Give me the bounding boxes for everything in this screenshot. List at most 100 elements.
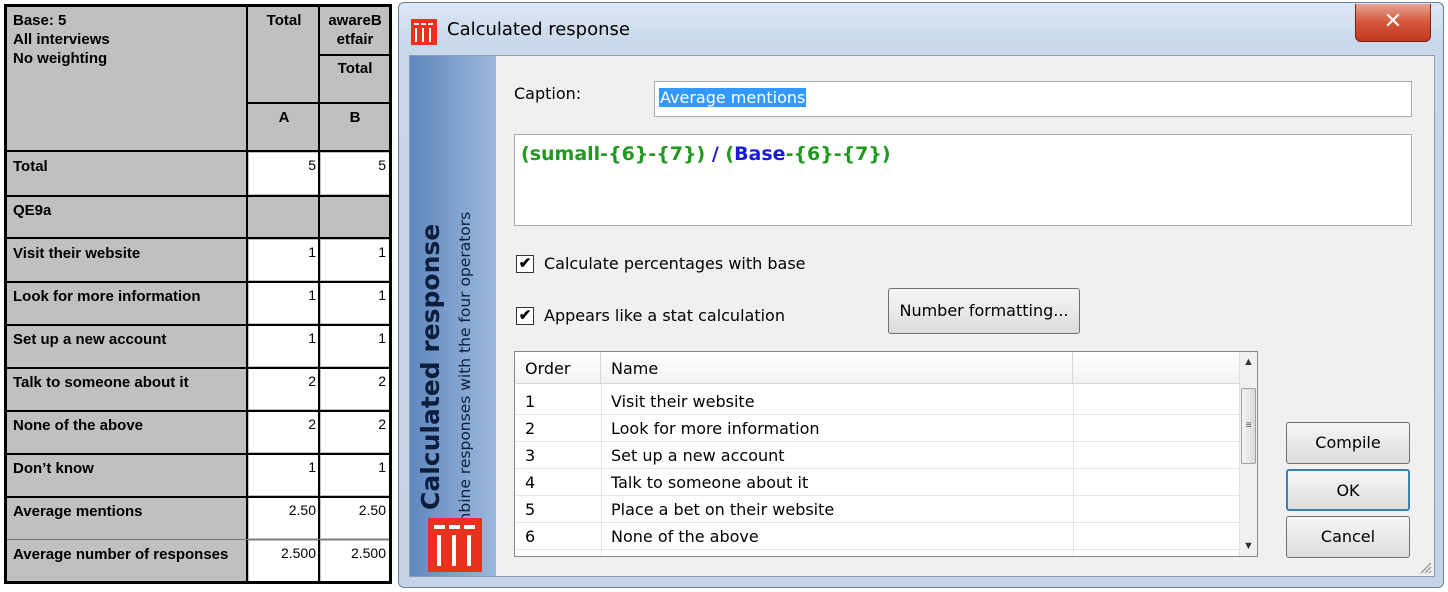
column-header-name[interactable]: Name: [601, 352, 1073, 384]
grid-line: [7, 539, 389, 540]
cell-total-a: 5: [249, 153, 319, 194]
list-item-name: Place a bet on their website: [611, 500, 835, 519]
check-icon: ✔: [518, 255, 532, 272]
base-description: Base: 5 All interviews No weighting: [9, 9, 245, 149]
expr-paren: ): [696, 143, 706, 165]
banner-logo-icon: [428, 518, 482, 572]
crosstab-table: Base: 5 All interviews No weighting Tota…: [4, 4, 392, 584]
grid-line: [246, 7, 248, 581]
column-letter-b: B: [321, 106, 389, 129]
response-list[interactable]: Order Name 1 Visit their website 2 Look …: [514, 351, 1258, 557]
grid-line: [320, 54, 389, 56]
row-label-average-responses: Average number of responses: [13, 546, 229, 563]
list-item-order: 3: [525, 446, 536, 465]
dialog-title: Calculated response: [447, 19, 630, 40]
grid-line: [7, 367, 389, 369]
scroll-up-icon[interactable]: ▲: [1243, 356, 1254, 368]
grid-line: [318, 7, 320, 581]
list-item[interactable]: 2 Look for more information: [515, 415, 1241, 442]
cell-visit-b: 1: [321, 240, 389, 280]
cancel-button[interactable]: Cancel: [1286, 516, 1410, 558]
expr-ref: {6}: [793, 143, 834, 165]
base-count: Base: 5: [13, 12, 67, 29]
number-formatting-button[interactable]: Number formatting...: [888, 288, 1080, 334]
list-item-order: 1: [525, 392, 536, 411]
ok-button[interactable]: OK: [1286, 469, 1410, 511]
expr-ref: {6}: [608, 143, 649, 165]
list-item[interactable]: 5 Place a bet on their website: [515, 496, 1241, 523]
section-label: QE9a: [9, 199, 389, 222]
stat-calculation-checkbox[interactable]: ✔: [516, 307, 534, 325]
column-header-aware-betfair: awareB etfair: [321, 9, 389, 51]
cell-dontknow-a: 1: [249, 455, 319, 495]
grid-line: [7, 281, 389, 283]
expression-editor[interactable]: (sumall-{6}-{7}) / (Base-{6}-{7}): [514, 134, 1412, 226]
app-logo-icon: [411, 19, 437, 45]
row-label-average-mentions: Average mentions: [13, 503, 143, 520]
cell-talk-b: 2: [321, 369, 389, 409]
grid-line: [7, 195, 389, 197]
scrollbar-thumb[interactable]: ≡: [1241, 388, 1256, 464]
list-item[interactable]: 6 None of the above: [515, 523, 1241, 550]
row-label-talk-someone: Talk to someone about it: [13, 374, 189, 391]
cell-avgmentions-b: 2.50: [321, 498, 389, 538]
resize-grip-icon[interactable]: [1418, 560, 1432, 574]
stat-calculation-checkbox-label[interactable]: Appears like a stat calculation: [544, 306, 785, 325]
grid-line: [7, 453, 389, 455]
column-letter-a: A: [249, 106, 319, 129]
grid-line: [248, 102, 389, 104]
list-item-name: Visit their website: [611, 392, 755, 411]
column-header-total: Total: [249, 9, 319, 32]
caption-value: Average mentions: [659, 88, 807, 107]
column-header-order[interactable]: Order: [515, 352, 601, 384]
close-button[interactable]: ✕: [1355, 4, 1431, 42]
list-item-name: Look for more information: [611, 419, 820, 438]
scroll-down-icon[interactable]: ▼: [1243, 540, 1254, 552]
expr-ref: {7}: [841, 143, 882, 165]
percentages-checkbox-label[interactable]: Calculate percentages with base: [544, 254, 806, 273]
caption-input[interactable]: Average mentions: [654, 81, 1412, 117]
grid-line: [7, 496, 389, 498]
list-item[interactable]: 3 Set up a new account: [515, 442, 1241, 469]
dialog-titlebar[interactable]: Calculated response ✕: [399, 3, 1443, 55]
row-label-none: None of the above: [13, 417, 144, 434]
calculated-response-dialog: Calculated response ✕ Calculated respons…: [398, 2, 1444, 588]
column-header-extra[interactable]: [1073, 352, 1241, 384]
base-population: All interviews: [13, 31, 110, 48]
dialog-body: Calculated response Combine responses wi…: [409, 55, 1435, 577]
cell-avgresponses-a: 2.500: [249, 541, 319, 581]
expr-sumall: sumall: [529, 143, 601, 165]
cell-total-b: 5: [321, 153, 389, 194]
grid-line: [7, 324, 389, 326]
banner-title: Calculated response: [416, 223, 445, 510]
compile-button[interactable]: Compile: [1286, 422, 1410, 464]
grid-line: [7, 410, 389, 412]
expr-paren: (: [725, 143, 735, 165]
cell-moreinfo-b: 1: [321, 283, 389, 323]
list-item-name: Talk to someone about it: [611, 473, 809, 492]
cell-visit-a: 1: [249, 240, 319, 280]
list-item[interactable]: 4 Talk to someone about it: [515, 469, 1241, 496]
caption-label: Caption:: [514, 84, 582, 103]
list-item[interactable]: 1 Visit their website: [515, 388, 1241, 415]
row-label-dont-know: Don’t know: [13, 460, 94, 477]
cell-avgresponses-b: 2.500: [321, 541, 389, 581]
banner-subtitle: Combine responses with the four operator…: [456, 211, 474, 548]
row-label-total: Total: [13, 158, 48, 175]
list-item-order: 6: [525, 527, 536, 546]
cell-dontknow-b: 1: [321, 455, 389, 495]
cell-account-a: 1: [249, 326, 319, 366]
expr-paren: ): [881, 143, 891, 165]
list-item-order: 4: [525, 473, 536, 492]
percentages-checkbox[interactable]: ✔: [516, 255, 534, 273]
expr-minus: -: [833, 143, 842, 165]
grid-line: [7, 237, 389, 239]
grid-line: [7, 150, 389, 152]
cell-none-b: 2: [321, 412, 389, 452]
expr-divide: /: [705, 143, 726, 165]
list-scrollbar[interactable]: ▲ ≡ ▼: [1239, 352, 1257, 556]
expr-base: Base: [734, 143, 786, 165]
list-header: Order Name: [515, 352, 1241, 384]
cell-account-b: 1: [321, 326, 389, 366]
list-item-name: Set up a new account: [611, 446, 785, 465]
